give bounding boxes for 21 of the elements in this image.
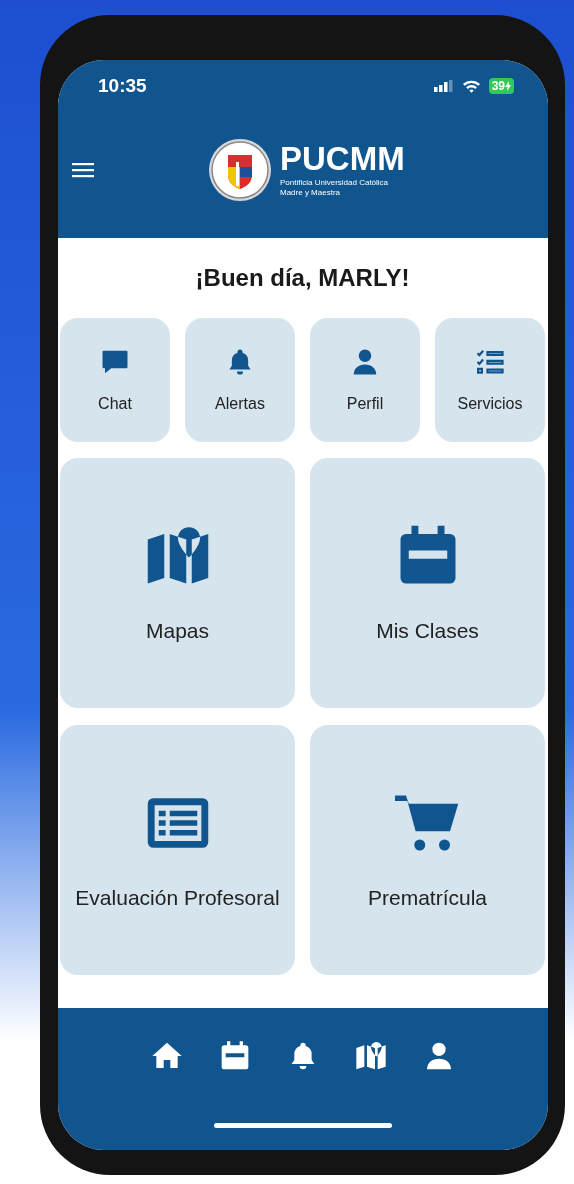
calendar-icon[interactable] — [219, 1040, 251, 1072]
bolt-icon — [505, 81, 511, 91]
status-time: 10:35 — [98, 75, 147, 97]
shortcut-tile[interactable]: Chat — [60, 318, 170, 442]
brand-name: PUCMM — [280, 142, 405, 176]
brand-subtitle: Pontificia Universidad Católica Madre y Maestra — [280, 178, 390, 198]
battery-indicator: 39 — [488, 78, 514, 94]
shortcut-tile[interactable]: Alertas — [185, 318, 295, 442]
greeting: ¡Buen día, MARLY! — [194, 263, 411, 293]
checklist-icon — [475, 347, 505, 377]
shortcut-tile[interactable]: Servicios — [435, 318, 545, 442]
seal-drawing — [208, 138, 272, 202]
shortcut-tile[interactable]: Perfil — [310, 318, 420, 442]
map-icon[interactable] — [355, 1040, 387, 1072]
feature-tile[interactable]: Mis Clases — [310, 458, 545, 708]
feature-tile[interactable]: Evaluación Profesoral — [60, 725, 295, 975]
feature-tile[interactable]: Mapas — [60, 458, 295, 708]
wifi-icon — [461, 79, 481, 93]
signal-icon — [433, 80, 454, 92]
feature-tile[interactable]: Prematrícula — [310, 725, 545, 975]
menu-icon[interactable] — [72, 162, 94, 178]
